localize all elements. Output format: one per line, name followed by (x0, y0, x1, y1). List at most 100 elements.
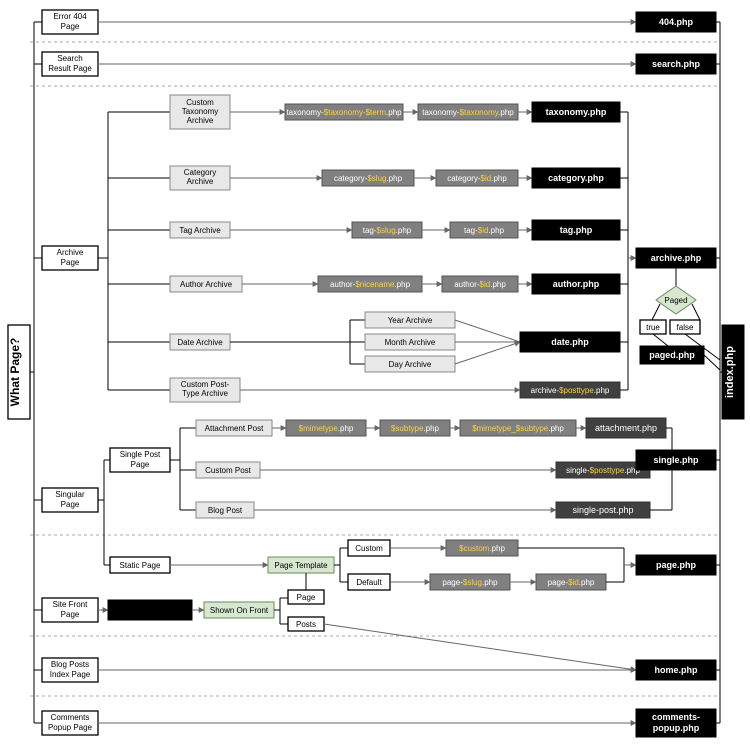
svg-text:$mimetype.php: $mimetype.php (299, 424, 354, 433)
svg-text:Taxonomy: Taxonomy (182, 107, 218, 116)
svg-text:Site Front: Site Front (53, 600, 88, 609)
single-php: single.php (636, 428, 716, 510)
svg-text:tag.php: tag.php (560, 225, 593, 235)
page-template-flow: Page Template Custom Default $custom.php… (170, 540, 716, 590)
svg-text:popup.php: popup.php (653, 723, 700, 733)
svg-text:taxonomy.php: taxonomy.php (546, 107, 607, 117)
svg-text:page.php: page.php (656, 560, 697, 570)
svg-text:archive-$posttype.php: archive-$posttype.php (531, 386, 610, 395)
svg-text:taxonomy-$taxonomy-$term.php: taxonomy-$taxonomy-$term.php (286, 108, 402, 117)
date-children: Year Archive Month Archive Day Archive (230, 312, 520, 372)
singular-children: Single PostPage Static Page (98, 448, 170, 573)
svg-text:author-$nicename.php: author-$nicename.php (330, 280, 411, 289)
site-front-page: Site FrontPage (42, 598, 98, 622)
svg-text:page-$id.php: page-$id.php (548, 578, 595, 587)
svg-text:Result Page: Result Page (48, 64, 92, 73)
svg-text:Custom Post: Custom Post (205, 466, 252, 475)
svg-text:Category: Category (184, 168, 216, 177)
svg-text:Day Archive: Day Archive (389, 360, 432, 369)
blog-posts-index-page: Blog PostsIndex Page (42, 658, 98, 682)
search-row: search.php (98, 54, 716, 74)
svg-text:Archive: Archive (57, 248, 84, 257)
svg-text:Page Template: Page Template (274, 561, 328, 570)
svg-text:Page: Page (61, 500, 80, 509)
svg-text:date.php: date.php (551, 337, 589, 347)
svg-text:Blog Post: Blog Post (208, 506, 243, 515)
svg-text:Custom Post-: Custom Post- (181, 380, 230, 389)
svg-text:page-$slug.php: page-$slug.php (442, 578, 498, 587)
svg-text:Archive: Archive (187, 177, 214, 186)
singular-page: SingularPage (42, 488, 98, 512)
svg-text:front-page.php: front-page.php (111, 604, 189, 616)
svg-text:category-$id.php: category-$id.php (447, 174, 507, 183)
svg-text:Date Archive: Date Archive (177, 338, 223, 347)
svg-text:archive.php: archive.php (651, 253, 702, 263)
svg-text:author-$id.php: author-$id.php (454, 280, 506, 289)
svg-text:search.php: search.php (652, 59, 701, 69)
svg-text:Paged: Paged (664, 296, 687, 305)
svg-text:home.php: home.php (655, 665, 698, 675)
svg-text:Shown On Front: Shown On Front (210, 606, 269, 615)
svg-text:Error 404: Error 404 (53, 12, 87, 21)
svg-text:category-$slug.php: category-$slug.php (334, 174, 403, 183)
what-page-root: What Page? (8, 325, 30, 419)
svg-text:Page: Page (297, 593, 316, 602)
comments-popup-page: CommentsPopup Page (42, 711, 98, 735)
tag-php: tag.php (532, 220, 620, 240)
search-result-page: SearchResult Page (42, 52, 98, 76)
svg-text:$subtype.php: $subtype.php (391, 424, 440, 433)
404-row: 404.php (98, 12, 716, 32)
paged-decision: Paged true false paged.php (640, 268, 720, 370)
svg-text:Default: Default (356, 578, 382, 587)
archive-page: ArchivePage (42, 246, 98, 270)
svg-text:Type Archive: Type Archive (182, 389, 228, 398)
single-post-children: Attachment Post Custom Post Blog Post (170, 420, 272, 518)
category-php: category.php (532, 168, 620, 188)
home-row: home.php (98, 660, 716, 680)
svg-text:What Page?: What Page? (8, 338, 22, 407)
svg-text:Static Page: Static Page (120, 561, 161, 570)
svg-text:Page: Page (61, 610, 80, 619)
comments-row: comments-popup.php (98, 709, 716, 737)
attachment-row: $mimetype.php $subtype.php $mimetype_$su… (272, 418, 666, 438)
svg-text:Blog Posts: Blog Posts (51, 660, 89, 669)
svg-text:paged.php: paged.php (649, 350, 695, 360)
svg-text:index.php: index.php (724, 346, 736, 398)
custom-post-row: single-$posttype.php (260, 462, 650, 478)
date-php: date.php (520, 332, 620, 352)
taxonomy-row: taxonomy-$taxonomy-$term.php taxonomy-$t… (230, 104, 532, 120)
to-index (716, 22, 722, 723)
archive-children: CustomTaxonomyArchive CategoryArchive Ta… (98, 95, 242, 402)
svg-text:Custom: Custom (186, 98, 214, 107)
svg-text:single-$posttype.php: single-$posttype.php (566, 466, 640, 475)
svg-text:Attachment Post: Attachment Post (205, 424, 264, 433)
error-404-page: Error 404Page (42, 10, 98, 34)
svg-text:tag-$slug.php: tag-$slug.php (363, 226, 412, 235)
author-php: author.php (532, 274, 620, 294)
svg-text:true: true (646, 323, 660, 332)
svg-text:Search: Search (57, 54, 82, 63)
svg-text:author.php: author.php (553, 279, 600, 289)
taxonomy-php: taxonomy.php (532, 102, 620, 122)
svg-text:Singular: Singular (55, 490, 85, 499)
svg-text:category.php: category.php (548, 173, 604, 183)
svg-text:404.php: 404.php (659, 17, 694, 27)
svg-text:Author Archive: Author Archive (180, 280, 233, 289)
svg-text:Posts: Posts (296, 620, 316, 629)
svg-text:Page: Page (61, 258, 80, 267)
svg-text:Comments: Comments (51, 713, 90, 722)
svg-text:Month Archive: Month Archive (385, 338, 436, 347)
svg-text:Single Post: Single Post (120, 450, 161, 459)
svg-text:comments-: comments- (652, 712, 700, 722)
svg-text:Tag Archive: Tag Archive (179, 226, 221, 235)
svg-text:Page: Page (61, 22, 80, 31)
svg-text:taxonomy-$taxonomy.php: taxonomy-$taxonomy.php (422, 108, 514, 117)
svg-text:single-post.php: single-post.php (572, 505, 633, 515)
author-row: author-$nicename.php author-$id.php (242, 276, 532, 292)
cpt-archive-row: archive-$posttype.php (240, 382, 620, 398)
index-php: index.php (722, 325, 744, 419)
svg-text:Popup Page: Popup Page (48, 723, 93, 732)
svg-text:Custom: Custom (355, 544, 383, 553)
svg-text:Archive: Archive (187, 116, 214, 125)
svg-text:$custom.php: $custom.php (459, 544, 505, 553)
